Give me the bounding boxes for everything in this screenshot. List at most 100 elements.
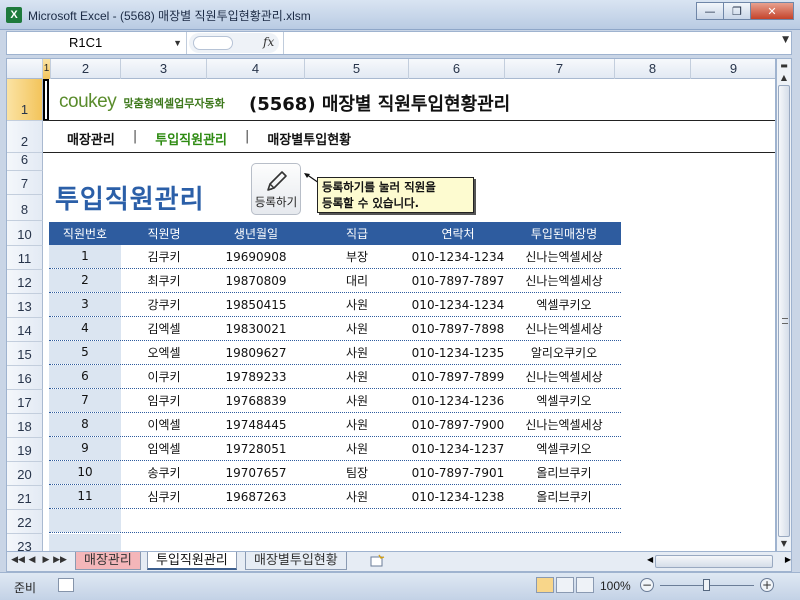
cell-store[interactable]: 올리브쿠키	[507, 464, 621, 481]
cell-phone[interactable]: 010-1234-1236	[409, 394, 507, 408]
table-row[interactable]: 1 김쿠키 19690908 부장 010-1234-1234 신나는엑셀세상	[49, 245, 621, 269]
first-sheet-icon[interactable]: ◀◀	[11, 555, 25, 565]
row-header[interactable]: 10	[7, 221, 43, 246]
cell-phone[interactable]: 010-1234-1238	[409, 490, 507, 504]
column-header[interactable]: 7	[505, 59, 615, 79]
cell-id[interactable]: 2	[49, 269, 121, 292]
column-header[interactable]: 9	[691, 59, 775, 79]
row-header[interactable]: 2	[7, 121, 43, 153]
name-box[interactable]: R1C1 ▼	[7, 32, 187, 54]
cell-id[interactable]: 3	[49, 293, 121, 316]
cell-rank[interactable]: 사원	[305, 488, 409, 505]
cell-phone[interactable]: 010-7897-7897	[409, 274, 507, 288]
row-header[interactable]: 15	[7, 342, 43, 366]
row-header[interactable]: 19	[7, 438, 43, 462]
cell-store[interactable]: 알리오쿠키오	[507, 344, 621, 361]
cell-id[interactable]: 11	[49, 485, 121, 508]
cell-id[interactable]: 6	[49, 365, 121, 388]
cell-birth[interactable]: 19809627	[207, 346, 305, 360]
zoom-out-icon[interactable]: −	[640, 578, 654, 592]
row-header[interactable]: 23	[7, 534, 43, 551]
zoom-in-icon[interactable]: +	[760, 578, 774, 592]
cell-rank[interactable]: 팀장	[305, 464, 409, 481]
macro-record-icon[interactable]	[58, 578, 74, 592]
nav-item-store[interactable]: 매장관리	[67, 129, 115, 148]
cell-name[interactable]: 강쿠키	[121, 296, 207, 313]
cell-name[interactable]: 임쿠키	[121, 392, 207, 409]
row-header[interactable]: 22	[7, 510, 43, 534]
row-header[interactable]: 12	[7, 270, 43, 294]
row-header[interactable]: 16	[7, 366, 43, 390]
cell-phone[interactable]: 010-7897-7899	[409, 370, 507, 384]
row-header[interactable]: 11	[7, 246, 43, 270]
empty-cell[interactable]	[49, 533, 121, 551]
cell-name[interactable]: 임엑셀	[121, 440, 207, 457]
cell-birth[interactable]: 19748445	[207, 418, 305, 432]
cell-store[interactable]: 신나는엑셀세상	[507, 248, 621, 265]
expand-formula-icon[interactable]: ▼	[782, 35, 789, 45]
register-button[interactable]: 등록하기	[251, 163, 301, 215]
cell-birth[interactable]: 19707657	[207, 466, 305, 480]
row-header[interactable]: 14	[7, 318, 43, 342]
cell-rank[interactable]: 사원	[305, 296, 409, 313]
select-all-corner[interactable]	[7, 59, 43, 79]
cell-store[interactable]: 엑셀쿠키오	[507, 440, 621, 457]
column-header[interactable]: 5	[305, 59, 409, 79]
cell-store[interactable]: 올리브쿠키	[507, 488, 621, 505]
nav-item-staff[interactable]: 투입직원관리	[155, 129, 227, 148]
cell-phone[interactable]: 010-1234-1234	[409, 298, 507, 312]
table-row[interactable]: 2 최쿠키 19870809 대리 010-7897-7897 신나는엑셀세상	[49, 269, 621, 293]
cell-rank[interactable]: 사원	[305, 440, 409, 457]
column-header[interactable]: 2	[51, 59, 121, 79]
cell-name[interactable]: 이엑셀	[121, 416, 207, 433]
cell-name[interactable]: 오엑셀	[121, 344, 207, 361]
cell-store[interactable]: 신나는엑셀세상	[507, 320, 621, 337]
empty-row[interactable]	[49, 509, 621, 533]
table-row[interactable]: 10 송쿠키 19707657 팀장 010-7897-7901 올리브쿠키	[49, 461, 621, 485]
restore-button[interactable]: ❐	[723, 2, 751, 20]
scroll-right-icon[interactable]: ▶	[785, 555, 791, 564]
chevron-down-icon[interactable]: ▼	[173, 32, 182, 54]
worksheet[interactable]: 1 2 3 4 5 6 7 8 9 1 2 6 7 8 10 11 12 13 …	[6, 58, 776, 552]
empty-cell[interactable]	[49, 509, 121, 532]
scroll-up-icon[interactable]: ▲	[777, 71, 791, 85]
cell-name[interactable]: 김엑셀	[121, 320, 207, 337]
cell-birth[interactable]: 19687263	[207, 490, 305, 504]
new-sheet-icon[interactable]	[369, 554, 385, 568]
table-row[interactable]: 9 임엑셀 19728051 사원 010-1234-1237 엑셀쿠키오	[49, 437, 621, 461]
empty-row[interactable]	[49, 533, 621, 551]
vertical-scrollbar[interactable]: ▬ ▲ ▼	[776, 58, 792, 552]
table-row[interactable]: 6 이쿠키 19789233 사원 010-7897-7899 신나는엑셀세상	[49, 365, 621, 389]
scroll-left-icon[interactable]: ◀	[647, 555, 653, 564]
cell-rank[interactable]: 사원	[305, 368, 409, 385]
cell-name[interactable]: 김쿠키	[121, 248, 207, 265]
cell-name[interactable]: 최쿠키	[121, 272, 207, 289]
cell-id[interactable]: 4	[49, 317, 121, 340]
column-header[interactable]: 8	[615, 59, 691, 79]
table-row[interactable]: 8 이엑셀 19748445 사원 010-7897-7900 신나는엑셀세상	[49, 413, 621, 437]
column-header[interactable]: 3	[121, 59, 207, 79]
cell-store[interactable]: 엑셀쿠키오	[507, 392, 621, 409]
row-header[interactable]: 7	[7, 171, 43, 195]
table-row[interactable]: 7 임쿠키 19768839 사원 010-1234-1236 엑셀쿠키오	[49, 389, 621, 413]
row-header[interactable]: 18	[7, 414, 43, 438]
column-header[interactable]: 1	[43, 59, 51, 79]
column-header[interactable]: 4	[207, 59, 305, 79]
cell-rank[interactable]: 사원	[305, 344, 409, 361]
horizontal-scrollbar[interactable]: ◀ ▶	[647, 554, 791, 570]
cell-name[interactable]: 이쿠키	[121, 368, 207, 385]
row-header[interactable]: 17	[7, 390, 43, 414]
zoom-knob[interactable]	[703, 579, 710, 591]
cell-phone[interactable]: 010-1234-1234	[409, 250, 507, 264]
cell-name[interactable]: 심쿠키	[121, 488, 207, 505]
cell-birth[interactable]: 19690908	[207, 250, 305, 264]
cell-birth[interactable]: 19789233	[207, 370, 305, 384]
table-row[interactable]: 5 오엑셀 19809627 사원 010-1234-1235 알리오쿠키오	[49, 341, 621, 365]
normal-view-icon[interactable]	[536, 577, 554, 593]
minimize-button[interactable]: —	[696, 2, 724, 20]
row-header[interactable]: 6	[7, 152, 43, 171]
cell-phone[interactable]: 010-1234-1235	[409, 346, 507, 360]
row-header[interactable]: 8	[7, 195, 43, 221]
table-row[interactable]: 3 강쿠키 19850415 사원 010-1234-1234 엑셀쿠키오	[49, 293, 621, 317]
cell-id[interactable]: 8	[49, 413, 121, 436]
